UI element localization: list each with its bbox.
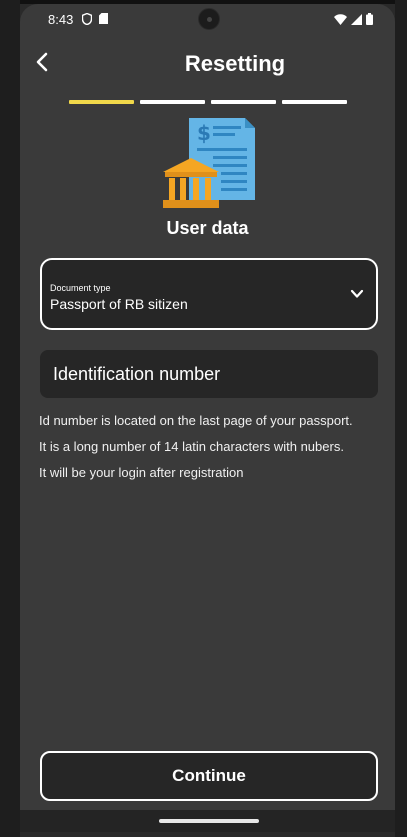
shield-icon xyxy=(81,12,93,28)
chevron-down-icon xyxy=(350,287,364,301)
status-time: 8:43 xyxy=(48,12,74,27)
help-line: It is a long number of 14 latin characte… xyxy=(39,439,344,454)
app-screen: 8:43 Resetting $ User data Document type… xyxy=(20,4,395,832)
bank-document-icon: $ xyxy=(163,116,255,212)
progress-step-1 xyxy=(69,100,134,104)
status-bar: 8:43 xyxy=(20,4,395,36)
help-text: Id number is located on the last page of… xyxy=(39,408,384,486)
help-line: It will be your login after registration xyxy=(39,465,244,480)
home-indicator[interactable] xyxy=(159,819,259,823)
page-title: Resetting xyxy=(184,51,286,76)
progress-step-4 xyxy=(282,100,347,104)
battery-icon xyxy=(366,12,373,30)
frame-left-edge xyxy=(0,0,20,837)
progress-indicator xyxy=(69,100,347,104)
sd-card-icon xyxy=(99,13,108,27)
device-frame: 8:43 Resetting $ User data Document type… xyxy=(0,0,407,837)
status-right-icons xyxy=(334,12,373,30)
document-type-value: Passport of RB sitizen xyxy=(50,296,188,312)
wifi-icon xyxy=(334,12,347,30)
identification-number-input[interactable] xyxy=(40,350,378,398)
continue-button[interactable]: Continue xyxy=(40,751,378,801)
frame-right-edge xyxy=(395,0,407,837)
progress-step-2 xyxy=(140,100,205,104)
help-line: Id number is located on the last page of… xyxy=(39,413,353,428)
cellular-signal-icon xyxy=(351,12,362,30)
section-title: User data xyxy=(166,218,249,238)
svg-text:$: $ xyxy=(197,121,211,145)
progress-step-3 xyxy=(211,100,276,104)
document-type-label: Document type xyxy=(50,283,111,293)
document-type-select[interactable]: Document type Passport of RB sitizen xyxy=(40,258,378,330)
front-camera xyxy=(198,8,220,30)
navigation-bar xyxy=(20,810,395,832)
